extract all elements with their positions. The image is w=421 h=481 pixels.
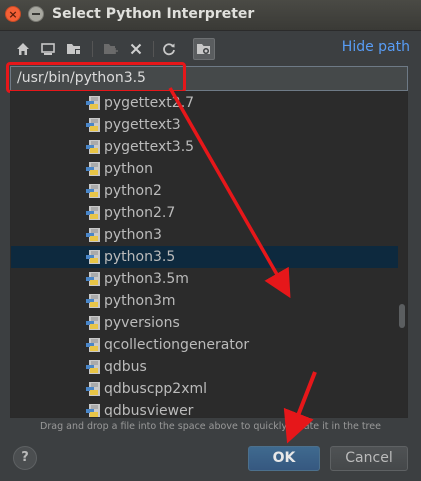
toolbar-separator [92, 41, 93, 57]
tree-row[interactable]: python2.7 [11, 202, 398, 224]
tree-row[interactable]: qdbusviewer [11, 400, 398, 418]
python-file-icon [86, 338, 100, 352]
cancel-button[interactable]: Cancel [330, 446, 408, 471]
python-file-icon [86, 140, 100, 154]
tree-row[interactable]: python3m [11, 290, 398, 312]
tree-row-label: python2 [104, 183, 162, 199]
python-file-icon [86, 294, 100, 308]
home-icon[interactable] [14, 40, 32, 58]
python-file-icon [86, 272, 100, 286]
dialog-title: Select Python Interpreter [52, 6, 255, 22]
ok-button[interactable]: OK [248, 446, 320, 471]
tree-row-label: qdbusviewer [104, 403, 194, 418]
file-tree[interactable]: pygettext2.7 pygettext3 pygettext3.5 python… [10, 91, 408, 418]
desktop-icon[interactable] [39, 40, 57, 58]
python-file-icon [86, 360, 100, 374]
tree-scrollbar[interactable] [397, 92, 406, 417]
python-file-icon [86, 316, 100, 330]
tree-row-label: python [104, 161, 153, 177]
python-file-icon [86, 96, 100, 110]
python-file-icon [86, 206, 100, 220]
tree-row-label: python3m [104, 293, 176, 309]
tree-row[interactable]: python3 [11, 224, 398, 246]
tree-row[interactable]: pygettext2.7 [11, 92, 398, 114]
python-file-icon [86, 250, 100, 264]
toolbar-separator [153, 41, 154, 57]
show-hidden-icon[interactable] [193, 38, 215, 60]
tree-row[interactable]: qcollectiongenerator [11, 334, 398, 356]
help-button[interactable]: ? [13, 446, 37, 470]
tree-row[interactable]: qdbus [11, 356, 398, 378]
tree-row[interactable]: python2 [11, 180, 398, 202]
window-close-button[interactable]: × [5, 6, 21, 22]
scrollbar-thumb[interactable] [399, 304, 405, 328]
tree-row-label: pygettext3 [104, 117, 181, 133]
tree-row-label: qcollectiongenerator [104, 337, 250, 353]
delete-icon[interactable] [127, 40, 145, 58]
tree-row-label: qdbuscpp2xml [104, 381, 208, 397]
refresh-icon[interactable] [160, 40, 178, 58]
python-file-icon [86, 162, 100, 176]
python-file-icon [86, 228, 100, 242]
tree-row[interactable]: qdbuscpp2xml [11, 378, 398, 400]
window-minimize-button[interactable] [28, 6, 44, 22]
tree-row[interactable]: pygettext3.5 [11, 136, 398, 158]
python-file-icon [86, 404, 100, 417]
tree-row-label: qdbus [104, 359, 147, 375]
project-folder-icon[interactable] [65, 40, 83, 58]
tree-row-label: python3 [104, 227, 162, 243]
new-folder-icon[interactable] [102, 40, 120, 58]
tree-row-label: python2.7 [104, 205, 176, 221]
annotation-highlight-box [6, 62, 186, 93]
python-file-icon [86, 184, 100, 198]
tree-row[interactable]: python3.5m [11, 268, 398, 290]
drag-drop-hint: Drag and drop a file into the space abov… [40, 421, 381, 432]
hide-path-link[interactable]: Hide path [342, 39, 410, 55]
python-file-icon [86, 382, 100, 396]
python-file-icon [86, 118, 100, 132]
tree-row[interactable]: python [11, 158, 398, 180]
tree-row[interactable]: pyversions [11, 312, 398, 334]
tree-row-label: python3.5m [104, 271, 189, 287]
tree-row[interactable]: python3.5 [11, 246, 398, 268]
tree-row-label: pyversions [104, 315, 180, 331]
title-bar: × Select Python Interpreter [0, 0, 421, 31]
tree-row[interactable]: pygettext3 [11, 114, 398, 136]
tree-row-label: python3.5 [104, 249, 176, 265]
tree-row-label: pygettext2.7 [104, 95, 195, 111]
tree-row-label: pygettext3.5 [104, 139, 195, 155]
